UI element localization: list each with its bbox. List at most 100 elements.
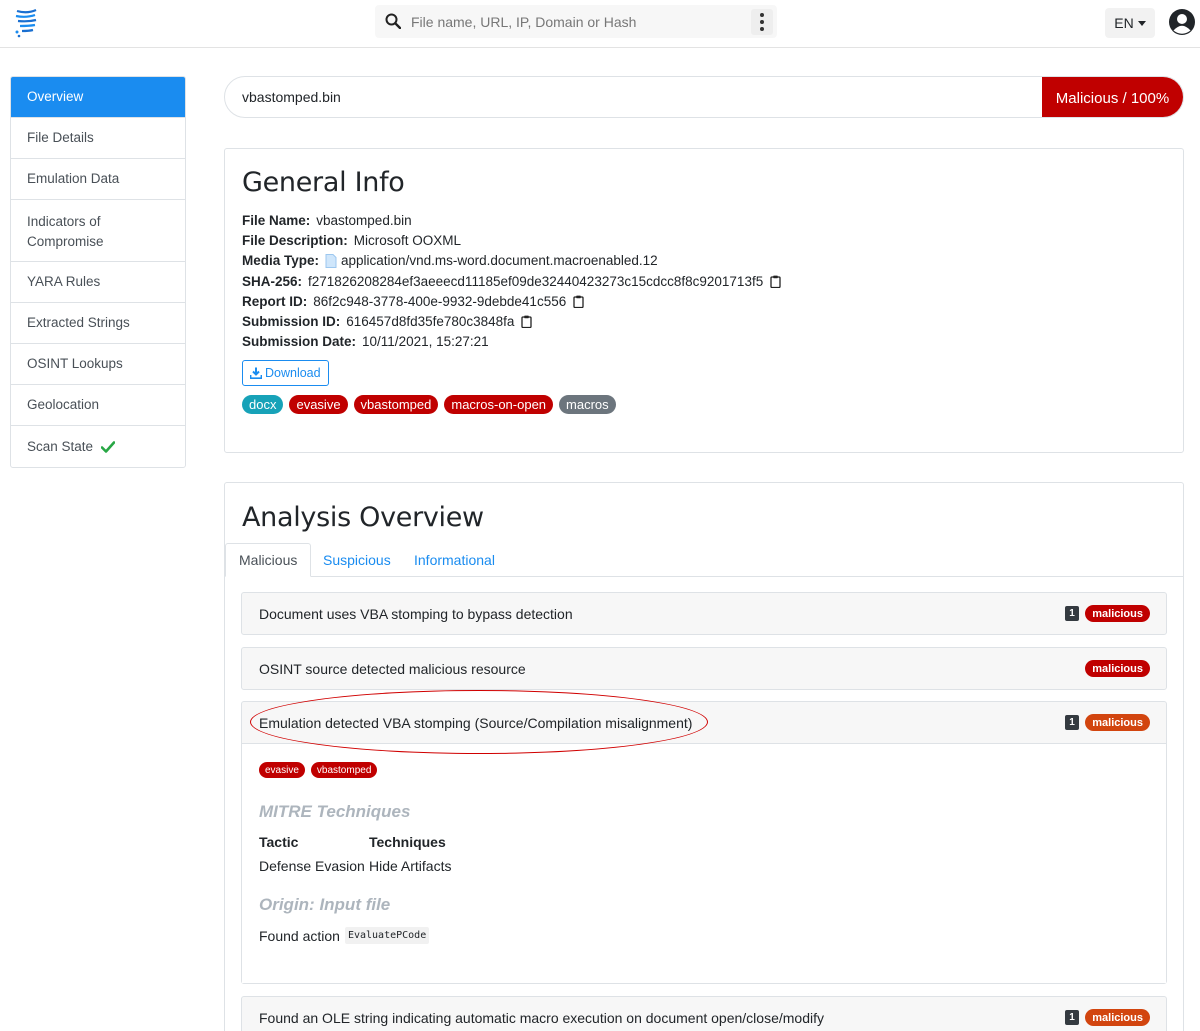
info-key: Submission ID:: [242, 314, 341, 330]
sidebar-item-label: Extracted Strings: [27, 315, 130, 330]
sidebar-item-scan-state[interactable]: Scan State: [11, 426, 185, 467]
info-value: Microsoft OOXML: [353, 232, 462, 248]
sidebar-item-label: File Details: [27, 130, 94, 145]
malicious-badge: malicious: [1085, 660, 1150, 677]
info-key: File Description:: [242, 232, 348, 248]
info-value: 86f2c948-3778-400e-9932-9debde41c556: [313, 293, 567, 309]
signal-item: OSINT source detected malicious resource…: [241, 647, 1167, 690]
download-button[interactable]: Download: [242, 360, 329, 386]
sidebar-item-indicators-of-compromise[interactable]: Indicators of Compromise: [11, 200, 185, 262]
more-options-icon[interactable]: [751, 9, 773, 35]
tag-evasive[interactable]: evasive: [259, 762, 305, 778]
file-name: vbastomped.bin: [242, 89, 341, 105]
general-info-card: General Info File Name: vbastomped.bin Fi…: [224, 148, 1184, 453]
clipboard-icon[interactable]: [770, 275, 781, 288]
info-row-submission-date: Submission Date: 10/11/2021, 15:27:21: [242, 332, 781, 352]
info-key: Submission Date:: [242, 334, 357, 350]
mitre-table: Tactic Techniques Defense Evasion Hide A…: [259, 830, 451, 878]
clipboard-icon[interactable]: [521, 315, 533, 329]
mitre-header-row: Tactic Techniques: [259, 830, 451, 854]
techniques-header: Techniques: [369, 834, 446, 850]
sidebar-item-osint-lookups[interactable]: OSINT Lookups: [11, 344, 185, 385]
sidebar-item-extracted-strings[interactable]: Extracted Strings: [11, 303, 185, 344]
search-icon[interactable]: [385, 13, 401, 29]
signal-item: Found an OLE string indicating automatic…: [241, 996, 1167, 1031]
info-row-file-description: File Description: Microsoft OOXML: [242, 230, 781, 250]
search-bar: [375, 5, 777, 38]
signal-details: evasive vbastomped MITRE Techniques Tact…: [242, 743, 1166, 983]
info-row-sha256: SHA-256: f271826208284ef3aeeecd11185ef09d…: [242, 271, 781, 291]
tag-vbastomped[interactable]: vbastomped: [353, 395, 439, 414]
info-key: SHA-256:: [242, 273, 303, 289]
analysis-overview-title: Analysis Overview: [242, 502, 484, 533]
info-row-submission-id: Submission ID: 616457d8fd35fe780c3848fa: [242, 311, 781, 331]
info-row-media-type: Media Type: application/vnd.ms-word.docu…: [242, 251, 781, 271]
info-key: Report ID:: [242, 293, 308, 309]
technique-value: Hide Artifacts: [369, 858, 452, 874]
sidebar-item-file-details[interactable]: File Details: [11, 118, 185, 159]
general-info-title: General Info: [242, 167, 405, 198]
info-key: Media Type:: [242, 253, 320, 269]
verdict-badge: Malicious / 100%: [1042, 77, 1183, 117]
signal-item-expanded: Emulation detected VBA stomping (Source/…: [241, 701, 1167, 984]
file-summary-bar: vbastomped.bin Malicious / 100%: [224, 76, 1184, 118]
info-key: File Name:: [242, 212, 311, 228]
language-label: EN: [1114, 15, 1134, 31]
sidebar-item-label: YARA Rules: [27, 274, 101, 289]
document-icon: [325, 253, 337, 268]
signal-header[interactable]: OSINT source detected malicious resource…: [242, 648, 1166, 689]
signal-tags: evasive vbastomped: [259, 762, 378, 778]
app-logo[interactable]: [14, 8, 40, 38]
download-icon: [250, 367, 262, 379]
tactic-value: Defense Evasion: [259, 858, 365, 874]
tag-vbastomped[interactable]: vbastomped: [310, 762, 378, 778]
signal-title: Found an OLE string indicating automatic…: [259, 1009, 824, 1026]
top-navbar: EN: [0, 0, 1200, 48]
download-label: Download: [265, 366, 321, 380]
mitre-heading: MITRE Techniques: [259, 802, 411, 821]
malicious-badge: malicious: [1085, 714, 1150, 731]
sidebar-item-geolocation[interactable]: Geolocation: [11, 385, 185, 426]
tab-suspicious[interactable]: Suspicious: [323, 543, 391, 577]
signal-header[interactable]: Document uses VBA stomping to bypass det…: [242, 593, 1166, 634]
tag-evasive[interactable]: evasive: [289, 395, 348, 414]
clipboard-icon[interactable]: [573, 295, 584, 308]
signal-count: 1: [1065, 606, 1079, 621]
analysis-overview-card: Analysis Overview Malicious Suspicious I…: [224, 482, 1184, 1031]
signal-header[interactable]: Emulation detected VBA stomping (Source/…: [242, 702, 1166, 743]
info-value: application/vnd.ms-word.document.macroen…: [341, 253, 658, 269]
signal-header[interactable]: Found an OLE string indicating automatic…: [242, 997, 1166, 1031]
signal-count: 1: [1065, 1010, 1079, 1025]
tab-informational[interactable]: Informational: [414, 543, 495, 577]
search-input[interactable]: [411, 9, 746, 35]
sidebar-item-label: Geolocation: [27, 397, 100, 412]
info-value: f271826208284ef3aeeecd11185ef09de3244042…: [308, 273, 764, 289]
sidebar-item-emulation-data[interactable]: Emulation Data: [11, 159, 185, 200]
tactic-header: Tactic: [259, 834, 299, 850]
sidebar-item-label: OSINT Lookups: [27, 356, 123, 371]
signal-count: 1: [1065, 715, 1079, 730]
info-value: 616457d8fd35fe780c3848fa: [346, 314, 515, 330]
sidebar-item-label: Scan State: [27, 438, 94, 454]
check-icon: [101, 440, 116, 453]
tag-docx[interactable]: docx: [242, 395, 284, 414]
tag-macros-on-open[interactable]: macros-on-open: [444, 395, 554, 414]
sidebar-item-yara-rules[interactable]: YARA Rules: [11, 262, 185, 303]
info-row-file-name: File Name: vbastomped.bin: [242, 210, 781, 230]
info-row-report-id: Report ID: 86f2c948-3778-400e-9932-9debde…: [242, 291, 781, 311]
tab-malicious[interactable]: Malicious: [225, 543, 312, 577]
file-tags: docx evasive vbastomped macros-on-open m…: [242, 395, 616, 414]
general-info-list: File Name: vbastomped.bin File Descriptio…: [242, 210, 781, 352]
user-avatar-icon[interactable]: [1168, 8, 1196, 36]
language-dropdown[interactable]: EN: [1105, 8, 1155, 38]
found-label: Found action: [259, 927, 340, 944]
origin-heading: Origin: Input file: [259, 895, 391, 914]
signal-title: Emulation detected VBA stomping (Source/…: [259, 714, 693, 731]
tag-macros[interactable]: macros: [559, 395, 616, 414]
malicious-badge: malicious: [1085, 605, 1150, 622]
info-value: vbastomped.bin: [316, 212, 412, 228]
sidebar-item-overview[interactable]: Overview: [11, 77, 185, 118]
sidebar-item-label: Emulation Data: [27, 171, 120, 186]
signal-item: Document uses VBA stomping to bypass det…: [241, 592, 1167, 635]
analysis-tabs: Malicious Suspicious Informational: [225, 543, 1183, 577]
